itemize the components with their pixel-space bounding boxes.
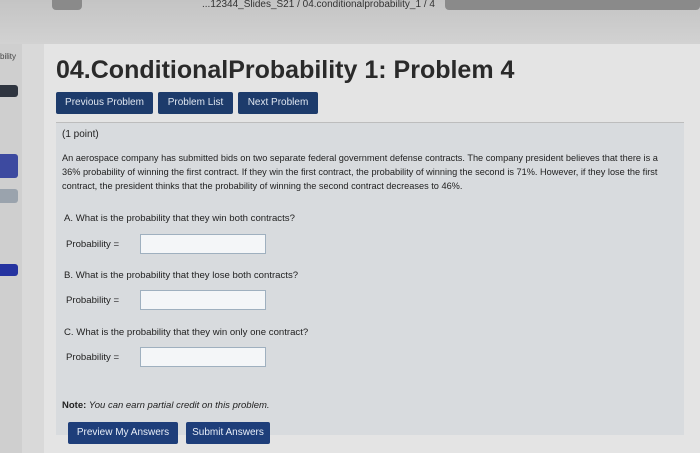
browser-tab[interactable] [445,0,700,10]
sidebar-item[interactable] [0,264,18,276]
previous-problem-button[interactable]: Previous Problem [56,92,153,114]
question-b: B. What is the probability that they los… [64,270,299,281]
answer-c-input[interactable] [140,347,266,367]
question-a: A. What is the probability that they win… [64,213,295,224]
browser-top-bar: ...12344_Slides_S21 / 04.conditionalprob… [0,0,700,44]
answer-a-input[interactable] [140,234,266,254]
answer-c-label: Probability = [66,352,120,363]
next-problem-button[interactable]: Next Problem [238,92,318,114]
answer-a-label: Probability = [66,239,120,250]
browser-tab[interactable] [52,0,82,10]
question-c: C. What is the probability that they win… [64,327,309,338]
points-label: (1 point) [62,129,99,140]
note-label: Note: [62,400,87,411]
submit-answers-button[interactable]: Submit Answers [186,422,270,444]
problem-list-button[interactable]: Problem List [158,92,233,114]
main-content: 04.ConditionalProbability 1: Problem 4 P… [44,44,700,453]
answer-b-label: Probability = [66,295,120,306]
sidebar-label: bility [0,52,17,61]
browser-path-text: ...12344_Slides_S21 / 04.conditionalprob… [202,0,435,10]
sidebar-item[interactable] [0,85,18,97]
problem-box: (1 point) An aerospace company has submi… [56,122,684,435]
preview-answers-button[interactable]: Preview My Answers [68,422,178,444]
page-title: 04.ConditionalProbability 1: Problem 4 [56,56,515,84]
problem-statement: An aerospace company has submitted bids … [62,153,658,191]
sidebar-item-active[interactable] [0,154,18,178]
note-text: You can earn partial credit on this prob… [88,400,270,411]
answer-b-input[interactable] [140,290,266,310]
sidebar-item[interactable] [0,189,18,203]
partial-credit-note: Note: You can earn partial credit on thi… [62,400,270,411]
left-sidebar: bility [0,44,22,453]
